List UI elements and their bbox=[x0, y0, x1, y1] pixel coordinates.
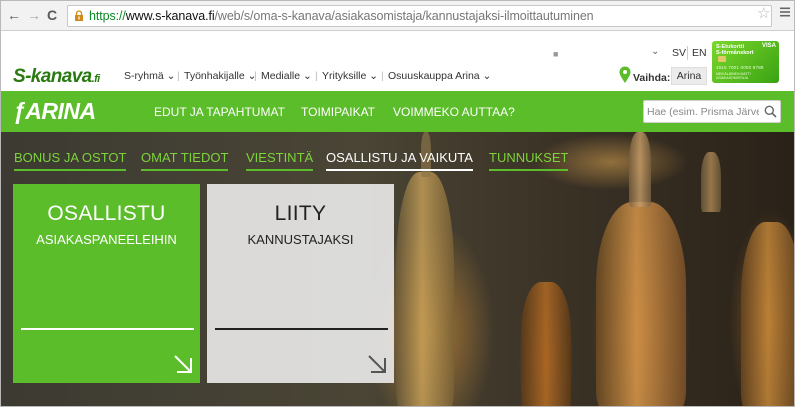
language-en-link[interactable]: EN bbox=[692, 47, 707, 59]
store-switch-label: Vaihda: bbox=[633, 72, 671, 84]
bookmark-star-icon[interactable]: ☆ bbox=[757, 4, 770, 22]
tile-liity[interactable]: LIITY KANNUSTAJAKSI bbox=[207, 184, 394, 383]
section-tabs: BONUS JA OSTOT OMAT TIEDOT VIESTINTÄ OSA… bbox=[1, 150, 794, 172]
tab-viestinta[interactable]: VIESTINTÄ bbox=[246, 150, 314, 171]
nav-separator: | bbox=[177, 70, 180, 82]
hero-section: BONUS JA OSTOT OMAT TIEDOT VIESTINTÄ OSA… bbox=[1, 132, 794, 406]
nav-item-yrityksille[interactable]: Yrityksille ⌄ bbox=[322, 70, 378, 82]
tile-osallistu[interactable]: OSALLISTU ASIAKASPANEELEIHIN bbox=[13, 184, 200, 383]
card-title: S-Etukortti S-förmånskort bbox=[716, 44, 754, 56]
nav-separator: | bbox=[315, 70, 318, 82]
nav-item-label: Medialle bbox=[261, 70, 301, 82]
search-box bbox=[643, 100, 781, 123]
arina-navbar: ƒARINA EDUT JA TAPAHTUMAT TOIMIPAIKAT VO… bbox=[1, 91, 794, 132]
url-scheme: https:// bbox=[89, 9, 126, 23]
arina-nav-edut[interactable]: EDUT JA TAPAHTUMAT bbox=[154, 105, 285, 119]
nav-item-s-ryhma[interactable]: S-ryhmä ⌄ bbox=[124, 70, 175, 82]
nav-item-medialle[interactable]: Medialle ⌄ bbox=[261, 70, 312, 82]
location-pin-icon bbox=[619, 66, 631, 83]
nav-separator: | bbox=[381, 70, 384, 82]
arina-nav-toimipaikat[interactable]: TOIMIPAIKAT bbox=[301, 105, 375, 119]
language-divider bbox=[687, 46, 688, 60]
reload-icon[interactable]: C bbox=[47, 7, 57, 23]
language-sv-link[interactable]: SV bbox=[672, 47, 686, 59]
chevron-down-icon: ⌄ bbox=[166, 70, 176, 82]
nav-item-label: Yrityksille bbox=[322, 70, 367, 82]
browser-window: ← → C https://www.s-kanava.fi/web/s/oma-… bbox=[0, 0, 795, 407]
s-kanava-logo[interactable]: S-kanava.fi bbox=[13, 66, 100, 88]
nav-item-tyonhakijalle[interactable]: Työnhakijalle ⌄ bbox=[184, 70, 256, 82]
browser-menu-icon[interactable] bbox=[779, 6, 791, 18]
bottle-image bbox=[396, 172, 454, 406]
chevron-down-icon: ⌄ bbox=[482, 70, 492, 82]
arina-logo[interactable]: ƒARINA bbox=[13, 98, 96, 125]
tile-divider bbox=[21, 328, 194, 330]
url-path: /web/s/oma-s-kanava/asiakasomistaja/kann… bbox=[214, 9, 594, 23]
chevron-down-icon: ⌄ bbox=[369, 70, 379, 82]
padlock-icon: ■ bbox=[553, 49, 559, 59]
back-arrow-icon[interactable]: ← bbox=[7, 7, 21, 23]
url-text: https://www.s-kanava.fi/web/s/oma-s-kana… bbox=[89, 9, 594, 23]
address-bar[interactable]: https://www.s-kanava.fi/web/s/oma-s-kana… bbox=[67, 5, 772, 27]
arrow-down-right-icon bbox=[368, 355, 386, 373]
tile-title: LIITY bbox=[274, 202, 327, 225]
bottle-image bbox=[741, 222, 794, 406]
card-chip-icon bbox=[718, 56, 726, 62]
url-host: www.s-kanava.fi bbox=[125, 9, 215, 23]
s-etukortti-card-image[interactable]: S-Etukortti S-förmånskort VISA 4516 7001 … bbox=[712, 41, 779, 83]
store-switch-value[interactable]: Arina bbox=[671, 67, 707, 85]
chevron-down-icon[interactable]: ⌄ bbox=[651, 46, 659, 57]
bottle-image bbox=[596, 202, 686, 406]
card-brand: VISA bbox=[761, 43, 776, 49]
search-input[interactable] bbox=[647, 104, 759, 119]
tile-title: OSALLISTU bbox=[47, 202, 166, 225]
site-header: S-kanava.fi S-ryhmä ⌄ | Työnhakijalle ⌄ … bbox=[1, 32, 794, 91]
card-holder-line: ASIAKASOMISTAJA bbox=[716, 76, 749, 80]
arina-s-mark-icon: ƒ bbox=[13, 98, 26, 124]
card-number: 4516 7001 0000 8789 bbox=[716, 65, 764, 70]
nav-separator: | bbox=[254, 70, 257, 82]
bottle-image bbox=[521, 282, 571, 406]
arina-nav-voimmeko-auttaa[interactable]: VOIMMEKO AUTTAA? bbox=[393, 105, 515, 119]
tab-omat-tiedot[interactable]: OMAT TIEDOT bbox=[141, 150, 229, 171]
tile-subtitle: KANNUSTAJAKSI bbox=[247, 232, 354, 247]
tab-bonus-ja-ostot[interactable]: BONUS JA OSTOT bbox=[14, 150, 127, 171]
nav-item-label: S-ryhmä bbox=[124, 70, 164, 82]
tile-subtitle: ASIAKASPANEELEIHIN bbox=[36, 232, 177, 247]
tab-osallistu-ja-vaikuta[interactable]: OSALLISTU JA VAIKUTA bbox=[326, 150, 473, 171]
nav-item-osuuskauppa-arina[interactable]: Osuuskauppa Arina ⌄ bbox=[388, 70, 491, 82]
nav-item-label: Osuuskauppa Arina bbox=[388, 70, 480, 82]
search-icon[interactable] bbox=[764, 105, 777, 118]
card-holder: MEIKÄLÄINEN MATTI ASIAKASOMISTAJA bbox=[716, 72, 751, 80]
logo-suffix: .fi bbox=[91, 73, 101, 85]
logo-main: S-kanava bbox=[13, 66, 92, 87]
nav-item-label: Työnhakijalle bbox=[184, 70, 245, 82]
lock-warning-icon bbox=[75, 10, 83, 21]
chevron-down-icon: ⌄ bbox=[303, 70, 312, 82]
tab-tunnukset[interactable]: TUNNUKSET bbox=[489, 150, 569, 171]
arrow-down-right-icon bbox=[174, 355, 192, 373]
browser-toolbar: ← → C https://www.s-kanava.fi/web/s/oma-… bbox=[1, 1, 794, 31]
tile-divider bbox=[215, 328, 388, 330]
arina-logo-text: ARINA bbox=[25, 98, 96, 124]
forward-arrow-icon[interactable]: → bbox=[27, 7, 41, 23]
